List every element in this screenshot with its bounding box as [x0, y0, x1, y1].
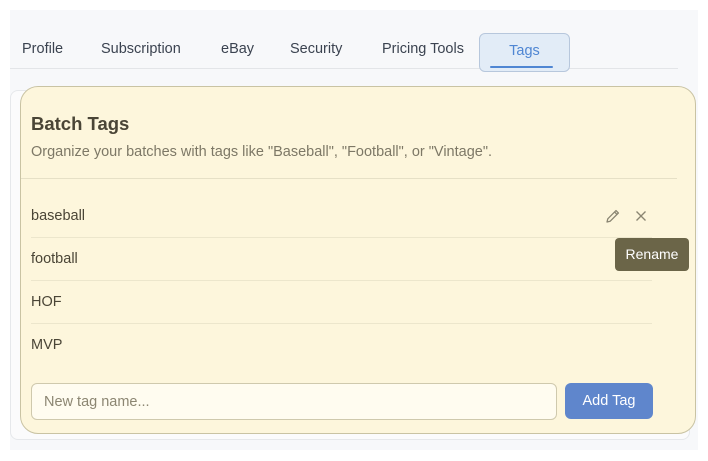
- active-tab-indicator: [490, 66, 553, 68]
- tab-security[interactable]: Security: [290, 30, 342, 68]
- tag-row: MVP: [31, 324, 652, 367]
- tag-row: football: [31, 238, 652, 281]
- tab-tags-label: Tags: [509, 43, 540, 59]
- tab-subscription[interactable]: Subscription: [101, 30, 181, 68]
- add-tag-button[interactable]: Add Tag: [565, 383, 653, 419]
- header-divider: [21, 178, 677, 179]
- tag-row: baseball: [31, 195, 652, 238]
- tag-label: MVP: [31, 337, 63, 353]
- tab-pricing-tools[interactable]: Pricing Tools: [382, 30, 464, 68]
- panel-description: Organize your batches with tags like "Ba…: [31, 144, 493, 160]
- panel-title: Batch Tags: [31, 113, 130, 134]
- tab-profile[interactable]: Profile: [22, 30, 63, 68]
- tag-label: football: [31, 251, 78, 267]
- settings-tabs: Profile Subscription eBay Security Prici…: [10, 30, 678, 72]
- pencil-icon[interactable]: [604, 207, 622, 225]
- tag-row: HOF: [31, 281, 652, 324]
- new-tag-input[interactable]: [31, 383, 557, 420]
- tag-label: baseball: [31, 208, 86, 224]
- rename-tooltip: Rename: [615, 238, 689, 271]
- tab-tags[interactable]: Tags: [479, 33, 570, 72]
- tag-label: HOF: [31, 294, 62, 310]
- tab-ebay[interactable]: eBay: [221, 30, 254, 68]
- close-icon[interactable]: [632, 207, 650, 225]
